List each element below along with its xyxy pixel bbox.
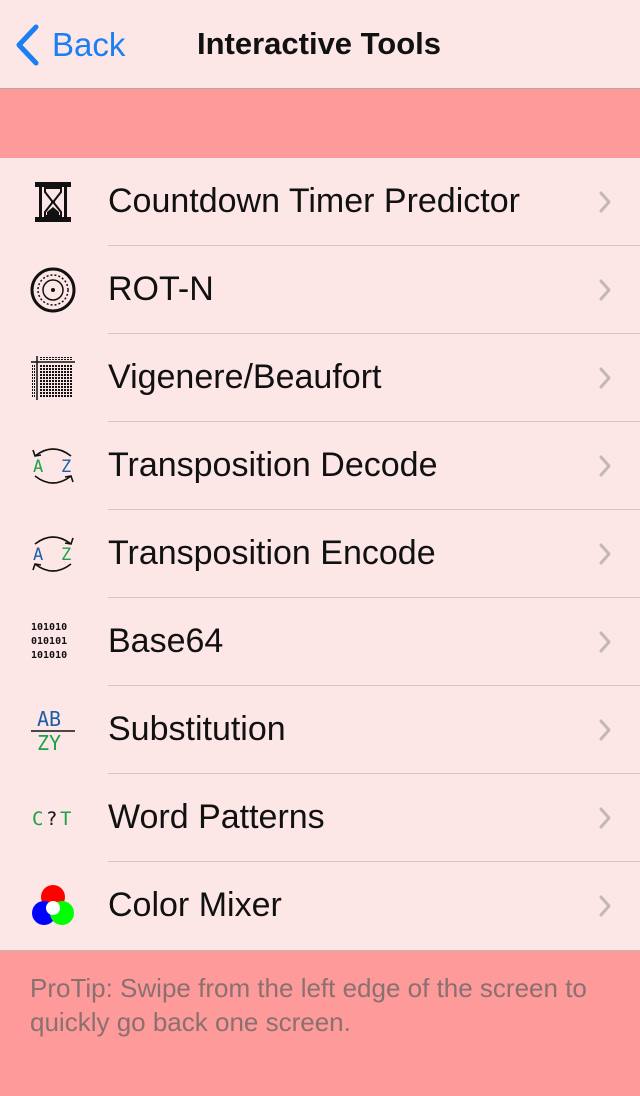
page-title-text: Interactive Tools [196,26,442,61]
section-header-band [0,89,640,158]
item-label: Vigenere/Beaufort [108,358,382,396]
navigation-bar: Back Interactive Tools [0,0,640,89]
icon-letter-z: Z [61,457,71,477]
item-label: Word Patterns [108,798,325,836]
icon-letter-t: T [60,808,71,830]
list-item-transposition-encode[interactable]: A Z Transposition Encode [0,510,640,598]
tools-list: Countdown Timer Predictor ROT-N Vigenere… [0,158,640,950]
chevron-right-icon [599,631,611,653]
list-item-substitution[interactable]: AB ZY Substitution [0,686,640,774]
item-label: Base64 [108,622,224,660]
item-label: Substitution [108,710,286,748]
icon-letter-z: Z [61,545,71,565]
chevron-right-icon [599,455,611,477]
icon-bottom-letters: ZY [37,731,61,754]
chevron-right-icon [599,807,611,829]
binary-line: 101010 [31,622,67,633]
chevron-right-icon [599,191,611,213]
chevron-right-icon [599,367,611,389]
chevron-right-icon [599,279,611,301]
item-label: Countdown Timer Predictor [108,182,520,220]
rotor-dial-icon [28,266,78,314]
item-label: Transposition Encode [108,534,436,572]
chevron-right-icon [599,719,611,741]
list-item-rot-n[interactable]: ROT-N [0,246,640,334]
swap-arrows-icon: A Z [28,442,78,490]
binary-line: 101010 [31,650,67,661]
item-label: Color Mixer [108,886,282,924]
icon-letter-c: C [32,808,43,830]
protip-text: ProTip: Swipe from the left edge of the … [30,973,587,1037]
item-label: Transposition Decode [108,446,438,484]
word-pattern-icon: C ? T [28,794,78,842]
substitution-icon: AB ZY [28,706,78,754]
list-item-vigenere-beaufort[interactable]: Vigenere/Beaufort [0,334,640,422]
icon-top-letters: AB [37,707,61,731]
color-circles-icon [28,882,78,930]
binary-icon: 101010 010101 101010 [28,618,78,666]
item-label: ROT-N [108,270,214,308]
page-title: Interactive Tools [0,26,640,62]
hourglass-icon [28,178,78,226]
list-item-base64[interactable]: 101010 010101 101010 Base64 [0,598,640,686]
protip-footer: ProTip: Swipe from the left edge of the … [0,950,640,1096]
binary-line: 010101 [31,636,67,647]
chevron-right-icon [599,543,611,565]
swap-arrows-icon: A Z [28,530,78,578]
list-item-countdown-timer-predictor[interactable]: Countdown Timer Predictor [0,158,640,246]
icon-letter-a: A [33,457,43,477]
icon-question-mark: ? [46,808,57,830]
list-item-word-patterns[interactable]: C ? T Word Patterns [0,774,640,862]
chevron-right-icon [599,895,611,917]
list-item-transposition-decode[interactable]: A Z Transposition Decode [0,422,640,510]
grid-table-icon [28,354,78,402]
icon-letter-a: A [33,545,43,565]
list-item-color-mixer[interactable]: Color Mixer [0,862,640,950]
